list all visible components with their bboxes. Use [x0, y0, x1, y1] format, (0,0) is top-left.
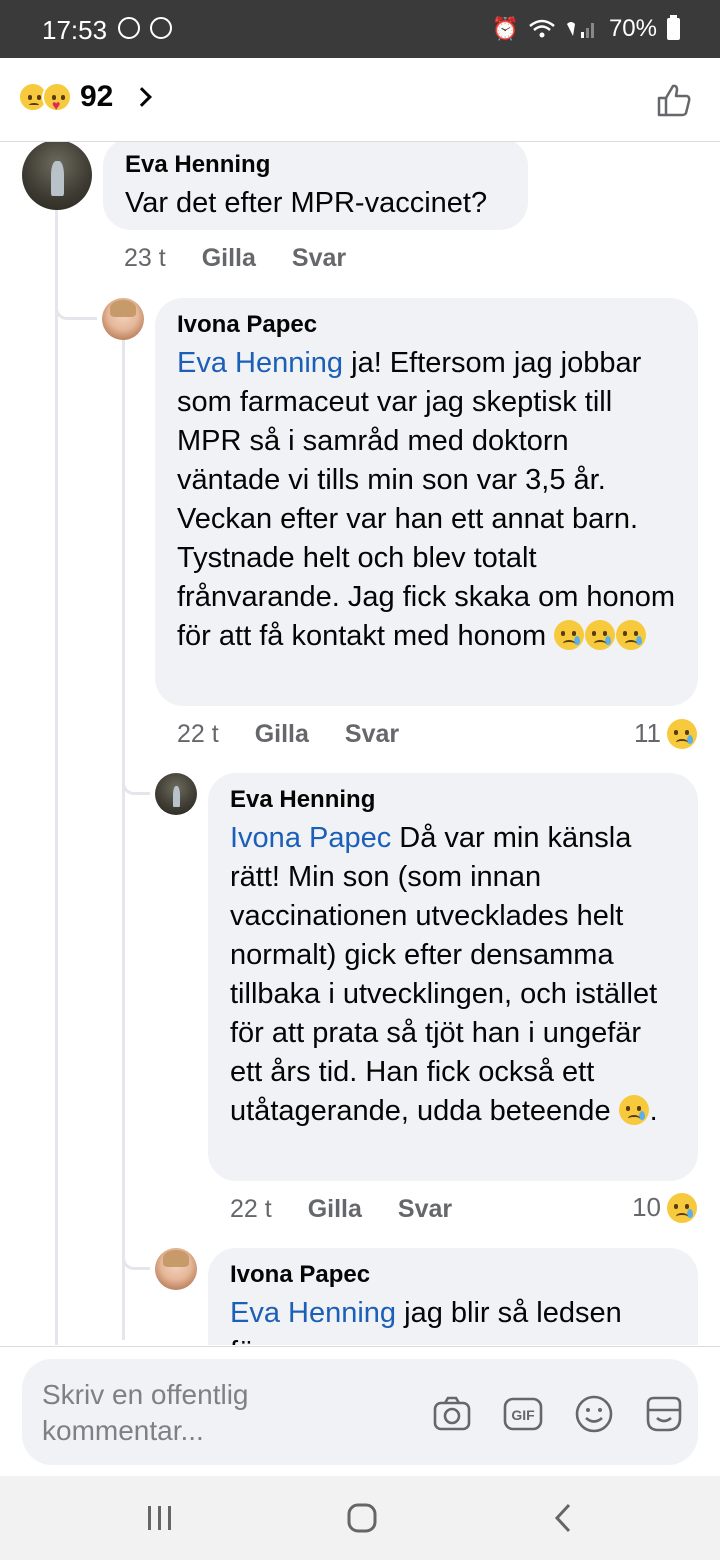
comment-time: 22 t [230, 1195, 272, 1223]
crying-emoji-icon [667, 1192, 697, 1223]
comment-list: Eva Henning Var det efter MPR-vaccinet? … [0, 142, 720, 1345]
comment-time: 23 t [124, 244, 166, 272]
like-button[interactable]: Gilla [308, 1195, 362, 1224]
comment-placeholder: Skriv en offentlig kommentar... [42, 1379, 249, 1446]
mention-link[interactable]: Eva Henning [230, 1297, 396, 1329]
reaction-count: 11 [634, 718, 661, 748]
reply-button[interactable]: Svar [345, 720, 399, 749]
back-icon[interactable] [544, 1498, 584, 1538]
wifi-icon [529, 19, 555, 38]
comment-author[interactable]: Ivona Papec [177, 310, 676, 340]
avatar[interactable] [22, 142, 92, 210]
comment-bubble: Ivona Papec Eva Henning ja! Eftersom jag… [155, 298, 698, 706]
comment-composer: Skriv en offentlig kommentar... GIF [0, 1346, 720, 1476]
status-right: ⏰ 70% [492, 15, 680, 43]
camera-icon[interactable] [432, 1394, 472, 1434]
comment-text: Eva Henning jag blir så ledsen för... [230, 1297, 622, 1345]
battery-icon [667, 15, 680, 40]
thread-connector [55, 300, 97, 320]
comment-text: Eva Henning ja! Eftersom jag jobbar som … [177, 347, 676, 652]
reaction-count: 10 [632, 1192, 661, 1222]
system-nav-bar [0, 1476, 720, 1560]
comment-bubble: Eva Henning Var det efter MPR-vaccinet? [103, 142, 528, 230]
care-reaction-icon: ♥ [42, 82, 72, 112]
comment-actions: 22 t Gilla Svar [230, 1195, 452, 1224]
comment-author[interactable]: Eva Henning [125, 150, 506, 180]
mention-link[interactable]: Ivona Papec [230, 822, 391, 854]
crying-emoji-icon [554, 620, 585, 650]
comment-author[interactable]: Ivona Papec [230, 1260, 676, 1290]
battery-percent: 70% [608, 15, 657, 42]
comment-text: Var det efter MPR-vaccinet? [125, 187, 488, 219]
comment-reactions[interactable]: 10 [632, 1192, 698, 1223]
thread-connector [122, 775, 150, 795]
reply-button[interactable]: Svar [292, 244, 346, 273]
avatar[interactable] [155, 1248, 197, 1290]
gif-icon[interactable]: GIF [503, 1394, 543, 1434]
chevron-right-icon [132, 87, 153, 107]
avatar[interactable] [102, 298, 144, 340]
thread-connector [122, 1250, 150, 1270]
thread-line [55, 206, 58, 1345]
clock-icon [150, 17, 172, 39]
status-time: 17:53 [42, 15, 108, 45]
emoji-icon[interactable] [574, 1394, 614, 1434]
crying-emoji-icon [667, 718, 697, 749]
comment-reactions[interactable]: 11 [634, 718, 698, 749]
sleepy-emoji-icon [618, 1095, 649, 1125]
reply-button[interactable]: Svar [398, 1195, 452, 1224]
crying-emoji-icon [616, 620, 647, 650]
crying-emoji-icon [585, 620, 616, 650]
reactions-header: ♥ 92 [0, 58, 720, 142]
comment-time: 22 t [177, 720, 219, 748]
sticker-icon[interactable] [644, 1394, 684, 1434]
like-button[interactable]: Gilla [255, 720, 309, 749]
avatar[interactable] [155, 773, 197, 815]
like-icon[interactable] [656, 82, 692, 118]
comment-actions: 23 t Gilla Svar [124, 244, 346, 273]
mention-link[interactable]: Eva Henning [177, 347, 343, 379]
status-bar: 17:53 ⏰ 70% [0, 0, 720, 58]
svg-text:GIF: GIF [511, 1407, 535, 1423]
signal-icon [566, 22, 594, 38]
like-button[interactable]: Gilla [202, 244, 256, 273]
reaction-count: 92 [80, 80, 114, 113]
comment-text: Ivona Papec Då var min känsla rätt! Min … [230, 822, 658, 1127]
home-icon[interactable] [342, 1498, 382, 1538]
comment-input[interactable]: Skriv en offentlig kommentar... GIF [22, 1359, 698, 1465]
comment-actions: 22 t Gilla Svar [177, 720, 399, 749]
comment-bubble: Eva Henning Ivona Papec Då var min känsl… [208, 773, 698, 1181]
recent-apps-icon[interactable] [140, 1498, 180, 1538]
comment-bubble: Ivona Papec Eva Henning jag blir så leds… [208, 1248, 698, 1345]
thread-line-nested [122, 340, 125, 1340]
reactions-summary[interactable]: ♥ 92 [18, 80, 153, 114]
comment-author[interactable]: Eva Henning [230, 785, 676, 815]
messenger-icon [118, 17, 140, 39]
comments-sheet: ♥ 92 Eva Henning Var det efter MPR-vacci… [0, 58, 720, 1476]
alarm-icon: ⏰ [491, 16, 519, 41]
